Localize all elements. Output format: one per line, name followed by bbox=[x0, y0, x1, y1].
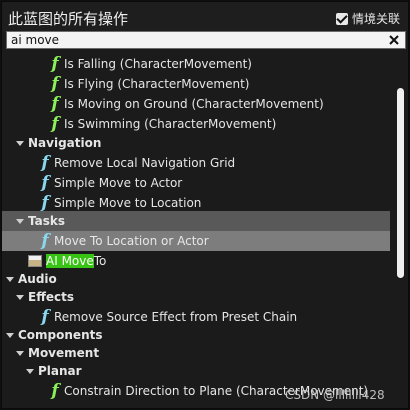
scrollbar[interactable] bbox=[394, 52, 408, 406]
list-item[interactable]: f Simple Move to Location bbox=[2, 193, 394, 213]
item-label: Is Swimming (CharacterMovement) bbox=[64, 117, 277, 131]
list-item[interactable]: f Is Moving on Ground (CharacterMovement… bbox=[2, 94, 394, 114]
header: 此蓝图的所有操作 情境关联 bbox=[2, 2, 408, 32]
item-label: Simple Move to Actor bbox=[54, 176, 183, 190]
category-navigation[interactable]: Navigation bbox=[2, 133, 394, 153]
item-label: Move To Location or Actor bbox=[54, 234, 209, 248]
category-effects[interactable]: Effects bbox=[2, 287, 394, 307]
item-label: Is Flying (CharacterMovement) bbox=[64, 77, 250, 91]
scrollbar-thumb[interactable] bbox=[397, 88, 404, 278]
category-components[interactable]: Components bbox=[2, 325, 394, 345]
list-item[interactable]: f Is Swimming (CharacterMovement) bbox=[2, 114, 394, 134]
category-label: Components bbox=[18, 328, 103, 342]
close-icon[interactable] bbox=[387, 32, 401, 48]
function-icon: f bbox=[41, 231, 49, 251]
collapse-arrow-icon[interactable] bbox=[6, 276, 14, 282]
list-item[interactable]: f Is Flying (CharacterMovement) bbox=[2, 74, 394, 94]
function-icon: f bbox=[51, 74, 59, 94]
category-label: Navigation bbox=[28, 136, 102, 150]
collapse-arrow-icon[interactable] bbox=[6, 332, 14, 338]
collapse-arrow-icon[interactable] bbox=[16, 294, 24, 300]
function-icon: f bbox=[41, 173, 49, 193]
item-label: Remove Local Navigation Grid bbox=[54, 156, 236, 170]
list-item-selected[interactable]: f Move To Location or Actor bbox=[2, 231, 390, 251]
category-label: Effects bbox=[28, 290, 75, 304]
action-menu-panel: 此蓝图的所有操作 情境关联 f Is Falling (CharacterMov… bbox=[1, 1, 409, 409]
collapse-arrow-icon[interactable] bbox=[16, 218, 24, 224]
category-label: Planar bbox=[38, 364, 82, 378]
action-list: f Is Falling (CharacterMovement) f Is Fl… bbox=[2, 52, 394, 408]
category-tasks[interactable]: Tasks bbox=[2, 211, 390, 231]
category-label: Tasks bbox=[28, 214, 66, 228]
watermark: CSDN @llllllll428 bbox=[285, 388, 385, 402]
function-icon: f bbox=[51, 94, 59, 114]
category-label: Audio bbox=[18, 272, 57, 286]
panel-title: 此蓝图的所有操作 bbox=[8, 10, 129, 28]
checkbox-icon[interactable] bbox=[335, 12, 348, 25]
context-sensitive-toggle[interactable]: 情境关联 bbox=[335, 10, 400, 27]
latent-node-icon bbox=[28, 255, 42, 267]
category-label: Movement bbox=[28, 346, 100, 360]
function-icon: f bbox=[41, 307, 49, 327]
category-movement[interactable]: Movement bbox=[2, 343, 394, 363]
function-icon: f bbox=[51, 381, 59, 401]
category-planar[interactable]: Planar bbox=[2, 361, 394, 381]
context-sensitive-label: 情境关联 bbox=[351, 12, 400, 26]
search-input[interactable] bbox=[11, 32, 381, 48]
collapse-arrow-icon[interactable] bbox=[26, 368, 34, 374]
item-label-rest: To bbox=[93, 254, 107, 268]
category-audio[interactable]: Audio bbox=[2, 269, 394, 289]
list-item[interactable]: f Remove Source Effect from Preset Chain bbox=[2, 307, 394, 327]
collapse-arrow-icon[interactable] bbox=[16, 350, 24, 356]
function-icon: f bbox=[41, 153, 49, 173]
list-item[interactable]: f Is Falling (CharacterMovement) bbox=[2, 54, 394, 74]
function-icon: f bbox=[51, 54, 59, 74]
function-icon: f bbox=[41, 193, 49, 213]
item-label: Remove Source Effect from Preset Chain bbox=[54, 310, 298, 324]
search-box[interactable] bbox=[6, 31, 406, 49]
search-match-highlight: AI Move bbox=[46, 254, 94, 268]
list-item[interactable]: f Remove Local Navigation Grid bbox=[2, 153, 394, 173]
item-label: Is Moving on Ground (CharacterMovement) bbox=[64, 97, 324, 111]
item-label: Is Falling (CharacterMovement) bbox=[64, 57, 252, 71]
collapse-arrow-icon[interactable] bbox=[16, 140, 24, 146]
list-item[interactable]: AI Move To bbox=[2, 251, 394, 271]
list-item[interactable]: f Simple Move to Actor bbox=[2, 173, 394, 193]
function-icon: f bbox=[51, 114, 59, 134]
item-label: Simple Move to Location bbox=[54, 196, 202, 210]
